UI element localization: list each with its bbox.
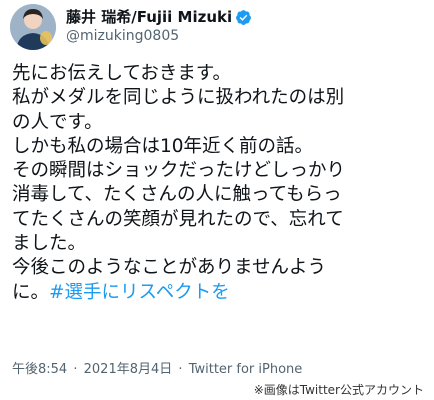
avatar-photo <box>10 4 56 50</box>
display-name-row[interactable]: 藤井 瑞希/Fujii Mizuki <box>66 8 252 27</box>
meta-separator: · <box>178 362 183 377</box>
meta-separator: · <box>73 362 78 377</box>
image-credit: ※画像はTwitter公式アカウント <box>253 383 424 397</box>
tweet-date[interactable]: 2021年8月4日 <box>84 362 173 377</box>
tweet-line: の人です。 <box>12 111 103 133</box>
tweet-meta: 午後8:54 · 2021年8月4日 · Twitter for iPhone <box>12 362 302 378</box>
tweet-text: 先にお伝えしておきます。 私がメダルを同じように扱われたのは別 の人です。 しか… <box>12 62 427 305</box>
tweet-line-prefix: に。 <box>12 281 50 303</box>
tweet-source[interactable]: Twitter for iPhone <box>189 362 303 377</box>
user-handle[interactable]: @mizuking0805 <box>66 27 252 46</box>
tweet-line: 消毒して、たくさんの人に触ってもらっ <box>12 184 342 206</box>
tweet-line: しかも私の場合は10年近く前の話。 <box>12 135 314 157</box>
tweet-header: 藤井 瑞希/Fujii Mizuki @mizuking0805 <box>10 2 252 52</box>
verified-badge-icon <box>235 9 252 26</box>
tweet-line: てたくさんの笑顔が見れたので、忘れて <box>12 208 344 230</box>
tweet-time[interactable]: 午後8:54 <box>12 362 67 377</box>
tweet-line: 私がメダルを同じように扱われたのは別 <box>12 87 345 109</box>
avatar[interactable] <box>10 4 56 50</box>
hashtag-link[interactable]: #選手にリスペクトを <box>49 282 230 303</box>
tweet-line: 先にお伝えしておきます。 <box>12 63 232 84</box>
tweet-line: 今後このようなことがありませんよう <box>12 257 326 279</box>
display-name[interactable]: 藤井 瑞希/Fujii Mizuki <box>66 8 232 27</box>
user-names: 藤井 瑞希/Fujii Mizuki @mizuking0805 <box>66 8 252 46</box>
tweet-card: 藤井 瑞希/Fujii Mizuki @mizuking0805 先にお伝えして… <box>0 0 434 400</box>
tweet-line: その瞬間はショックだったけどしっかり <box>12 160 346 182</box>
tweet-line: ました。 <box>12 233 87 255</box>
tweet-line-last: に。#選手にリスペクトを <box>12 281 427 305</box>
